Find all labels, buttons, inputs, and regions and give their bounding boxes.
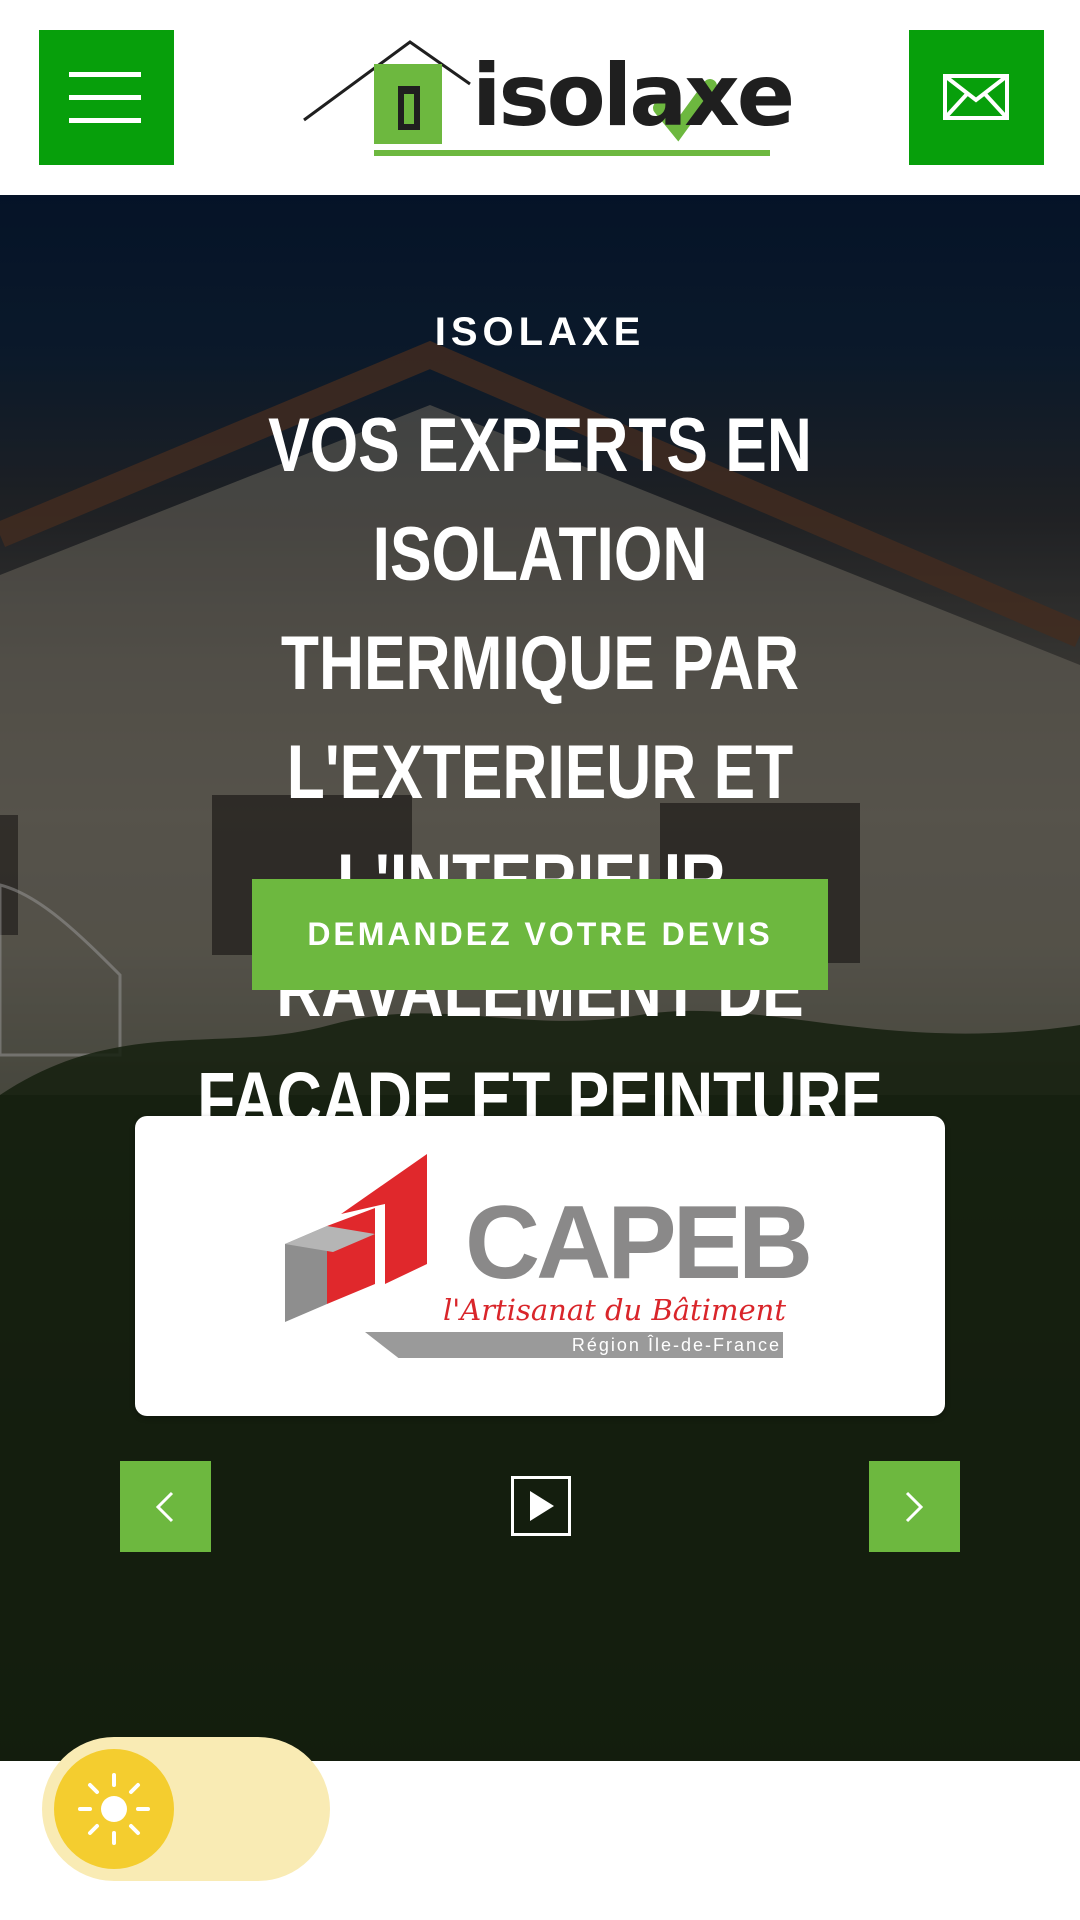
hero-eyebrow: ISOLAXE (434, 310, 646, 354)
accessibility-toggle-knob (54, 1749, 174, 1869)
site-logo[interactable]: isolaxe (300, 38, 795, 162)
contact-mail-button[interactable] (909, 30, 1044, 165)
hamburger-menu-icon-bar (69, 118, 141, 123)
chevron-left-icon (155, 1491, 174, 1523)
menu-button[interactable] (39, 30, 174, 165)
partner-region: Région Île-de-France (571, 1335, 781, 1355)
logo-wordmark: isolaxe (472, 46, 795, 146)
sun-icon (78, 1773, 150, 1845)
capeb-cube-icon (285, 1154, 427, 1322)
hero-section: ISOLAXE VOS EXPERTS EN ISOLATION THERMIQ… (0, 195, 1080, 1761)
site-header: isolaxe (0, 0, 1080, 195)
partner-logo-card: CAPEB l'Artisanat du Bâtiment Région Île… (135, 1116, 945, 1416)
chevron-right-icon (905, 1491, 924, 1523)
envelope-icon (943, 74, 1009, 120)
carousel-next-button[interactable] (869, 1461, 960, 1552)
play-icon (530, 1491, 554, 1521)
capeb-logo: CAPEB l'Artisanat du Bâtiment Région Île… (285, 1154, 813, 1374)
hamburger-menu-icon (69, 72, 141, 77)
partner-region-bar: Région Île-de-France (365, 1332, 783, 1358)
partner-name: CAPEB (465, 1185, 813, 1301)
hamburger-menu-icon-bar (69, 95, 141, 100)
accessibility-toggle[interactable] (42, 1737, 330, 1881)
carousel-play-button[interactable] (511, 1476, 571, 1536)
partner-tagline: l'Artisanat du Bâtiment (443, 1293, 786, 1327)
hero-headline: VOS EXPERTS EN ISOLATION THERMIQUE PAR L… (197, 403, 883, 1142)
carousel-prev-button[interactable] (120, 1461, 211, 1552)
request-quote-button[interactable]: DEMANDEZ VOTRE DEVIS (252, 879, 828, 990)
